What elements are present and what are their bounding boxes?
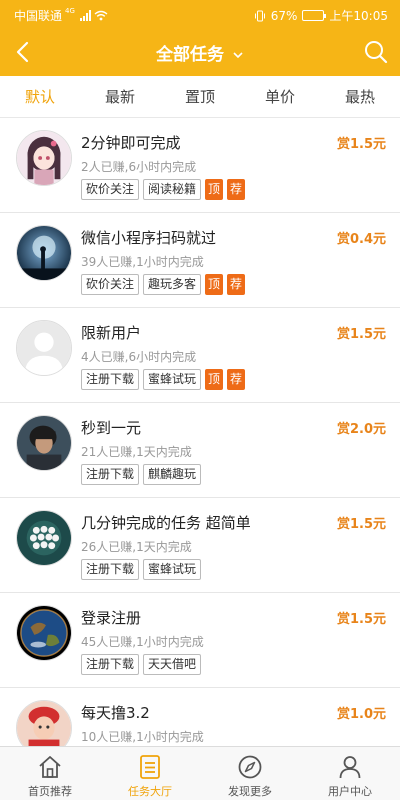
pearls-avatar: [16, 510, 72, 566]
task-reward: 赏2.0元: [336, 422, 386, 437]
search-button[interactable]: [362, 38, 390, 66]
task-tag: 注册下载: [81, 464, 140, 485]
task-tags: 注册下载 蜜蜂试玩 顶 荐: [81, 369, 246, 390]
nav-user-center[interactable]: 用户中心: [300, 747, 400, 800]
task-item[interactable]: 每天撸3.2 10人已赚,1小时内完成 赏1.0元: [0, 688, 400, 746]
task-title: 2分钟即可完成: [81, 134, 181, 152]
task-meta: 4人已赚,6小时内完成: [81, 350, 197, 364]
task-tags: 砍价关注 趣玩多客 顶 荐: [81, 274, 246, 295]
pinned-flag: 顶: [205, 369, 224, 390]
nav-user-center-label: 用户中心: [328, 785, 372, 798]
task-tag: 注册下载: [81, 559, 140, 580]
task-tags: 注册下载 麒麟趣玩: [81, 464, 202, 485]
task-tags: 注册下载 蜜蜂试玩: [81, 559, 202, 580]
nav-home[interactable]: 首页推荐: [0, 747, 100, 800]
task-tags: 注册下载 天天借吧: [81, 654, 202, 675]
anime-girl-avatar: [16, 130, 72, 186]
child-avatar: [16, 700, 72, 746]
task-title: 几分钟完成的任务 超简单: [81, 514, 251, 532]
network-type: 4G: [65, 6, 75, 15]
task-tag: 注册下载: [81, 369, 140, 390]
task-reward: 赏1.5元: [336, 517, 386, 532]
pinned-flag: 顶: [205, 274, 224, 295]
search-icon: [365, 41, 388, 64]
home-icon: [39, 756, 61, 778]
task-tag: 蜜蜂试玩: [143, 369, 202, 390]
chevron-down-icon: [232, 45, 244, 65]
task-meta: 10人已赚,1小时内完成: [81, 730, 204, 744]
default-user-avatar: [16, 320, 72, 376]
nav-task-hall-label: 任务大厅: [128, 785, 172, 798]
task-item[interactable]: 登录注册 45人已赚,1小时内完成 赏1.5元 注册下载 天天借吧: [0, 593, 400, 688]
task-reward: 赏1.5元: [336, 612, 386, 627]
pinned-flag: 顶: [205, 179, 224, 200]
task-reward: 赏1.5元: [336, 327, 386, 342]
nav-discover-label: 发现更多: [228, 785, 272, 798]
recommended-flag: 荐: [227, 274, 246, 295]
task-meta: 39人已赚,1小时内完成: [81, 255, 204, 269]
task-tag: 砍价关注: [81, 179, 140, 200]
task-item[interactable]: 微信小程序扫码就过 39人已赚,1小时内完成 赏0.4元 砍价关注 趣玩多客 顶…: [0, 213, 400, 308]
battery-percent: 67%: [270, 8, 298, 23]
task-item[interactable]: 限新用户 4人已赚,6小时内完成 赏1.5元 注册下载 蜜蜂试玩 顶 荐: [0, 308, 400, 403]
task-tag: 趣玩多客: [143, 274, 202, 295]
task-tag: 天天借吧: [143, 654, 202, 675]
task-tag: 蜜蜂试玩: [143, 559, 202, 580]
tab-default[interactable]: 默认: [0, 76, 80, 117]
task-item[interactable]: 几分钟完成的任务 超简单 26人已赚,1天内完成 赏1.5元 注册下载 蜜蜂试玩: [0, 498, 400, 593]
tab-unit-price[interactable]: 单价: [240, 76, 320, 117]
battery-icon: [302, 10, 327, 21]
task-list-icon: [140, 755, 160, 779]
task-tag: 麒麟趣玩: [143, 464, 202, 485]
task-reward: 赏1.5元: [336, 137, 386, 152]
task-tag: 注册下载: [81, 654, 140, 675]
earth-avatar: [16, 605, 72, 661]
task-title: 秒到一元: [81, 419, 142, 437]
task-title: 微信小程序扫码就过: [81, 229, 217, 247]
task-list: 2分钟即可完成 2人已赚,6小时内完成 赏1.5元 砍价关注 阅读秘籍 顶 荐 …: [0, 118, 400, 746]
task-meta: 21人已赚,1天内完成: [81, 445, 192, 459]
task-item[interactable]: 秒到一元 21人已赚,1天内完成 赏2.0元 注册下载 麒麟趣玩: [0, 403, 400, 498]
tab-newest[interactable]: 最新: [80, 76, 160, 117]
recommended-flag: 荐: [227, 179, 246, 200]
task-tags: 砍价关注 阅读秘籍 顶 荐: [81, 179, 246, 200]
nav-home-label: 首页推荐: [28, 785, 72, 798]
nav-discover[interactable]: 发现更多: [200, 747, 300, 800]
task-reward: 赏0.4元: [336, 232, 386, 247]
sort-tabs: 默认 最新 置顶 单价 最热: [0, 76, 400, 118]
tab-hottest[interactable]: 最热: [320, 76, 400, 117]
top-bar: 中国联通 4G 67% 上午10:05 全部任务: [0, 0, 400, 76]
nav-bar: 全部任务: [0, 30, 400, 74]
task-item[interactable]: 2分钟即可完成 2人已赚,6小时内完成 赏1.5元 砍价关注 阅读秘籍 顶 荐: [0, 118, 400, 213]
task-meta: 2人已赚,6小时内完成: [81, 160, 197, 174]
carrier-name: 中国联通: [14, 9, 63, 23]
task-title: 登录注册: [81, 609, 142, 627]
task-title: 限新用户: [81, 324, 142, 342]
vibrate-icon: [254, 10, 265, 21]
signal-icon: [79, 10, 91, 21]
clock: 上午10:05: [329, 9, 388, 23]
compass-icon: [238, 755, 262, 779]
task-meta: 26人已赚,1天内完成: [81, 540, 192, 554]
task-title: 每天撸3.2: [81, 704, 150, 722]
page-title: 全部任务: [156, 45, 225, 65]
task-tag: 砍价关注: [81, 274, 140, 295]
wifi-icon: [94, 10, 108, 21]
task-tag: 阅读秘籍: [143, 179, 202, 200]
night-sky-avatar: [16, 225, 72, 281]
user-icon: [339, 756, 361, 779]
recommended-flag: 荐: [227, 369, 246, 390]
task-reward: 赏1.0元: [336, 707, 386, 722]
nav-task-hall[interactable]: 任务大厅: [100, 747, 200, 800]
title-dropdown[interactable]: 全部任务: [0, 40, 400, 65]
tab-pinned[interactable]: 置顶: [160, 76, 240, 117]
task-meta: 45人已赚,1小时内完成: [81, 635, 204, 649]
bottom-nav: 首页推荐 任务大厅 发现更多 用户中心: [0, 746, 400, 800]
man-portrait-avatar: [16, 415, 72, 471]
status-bar: 中国联通 4G 67% 上午10:05: [0, 0, 400, 28]
